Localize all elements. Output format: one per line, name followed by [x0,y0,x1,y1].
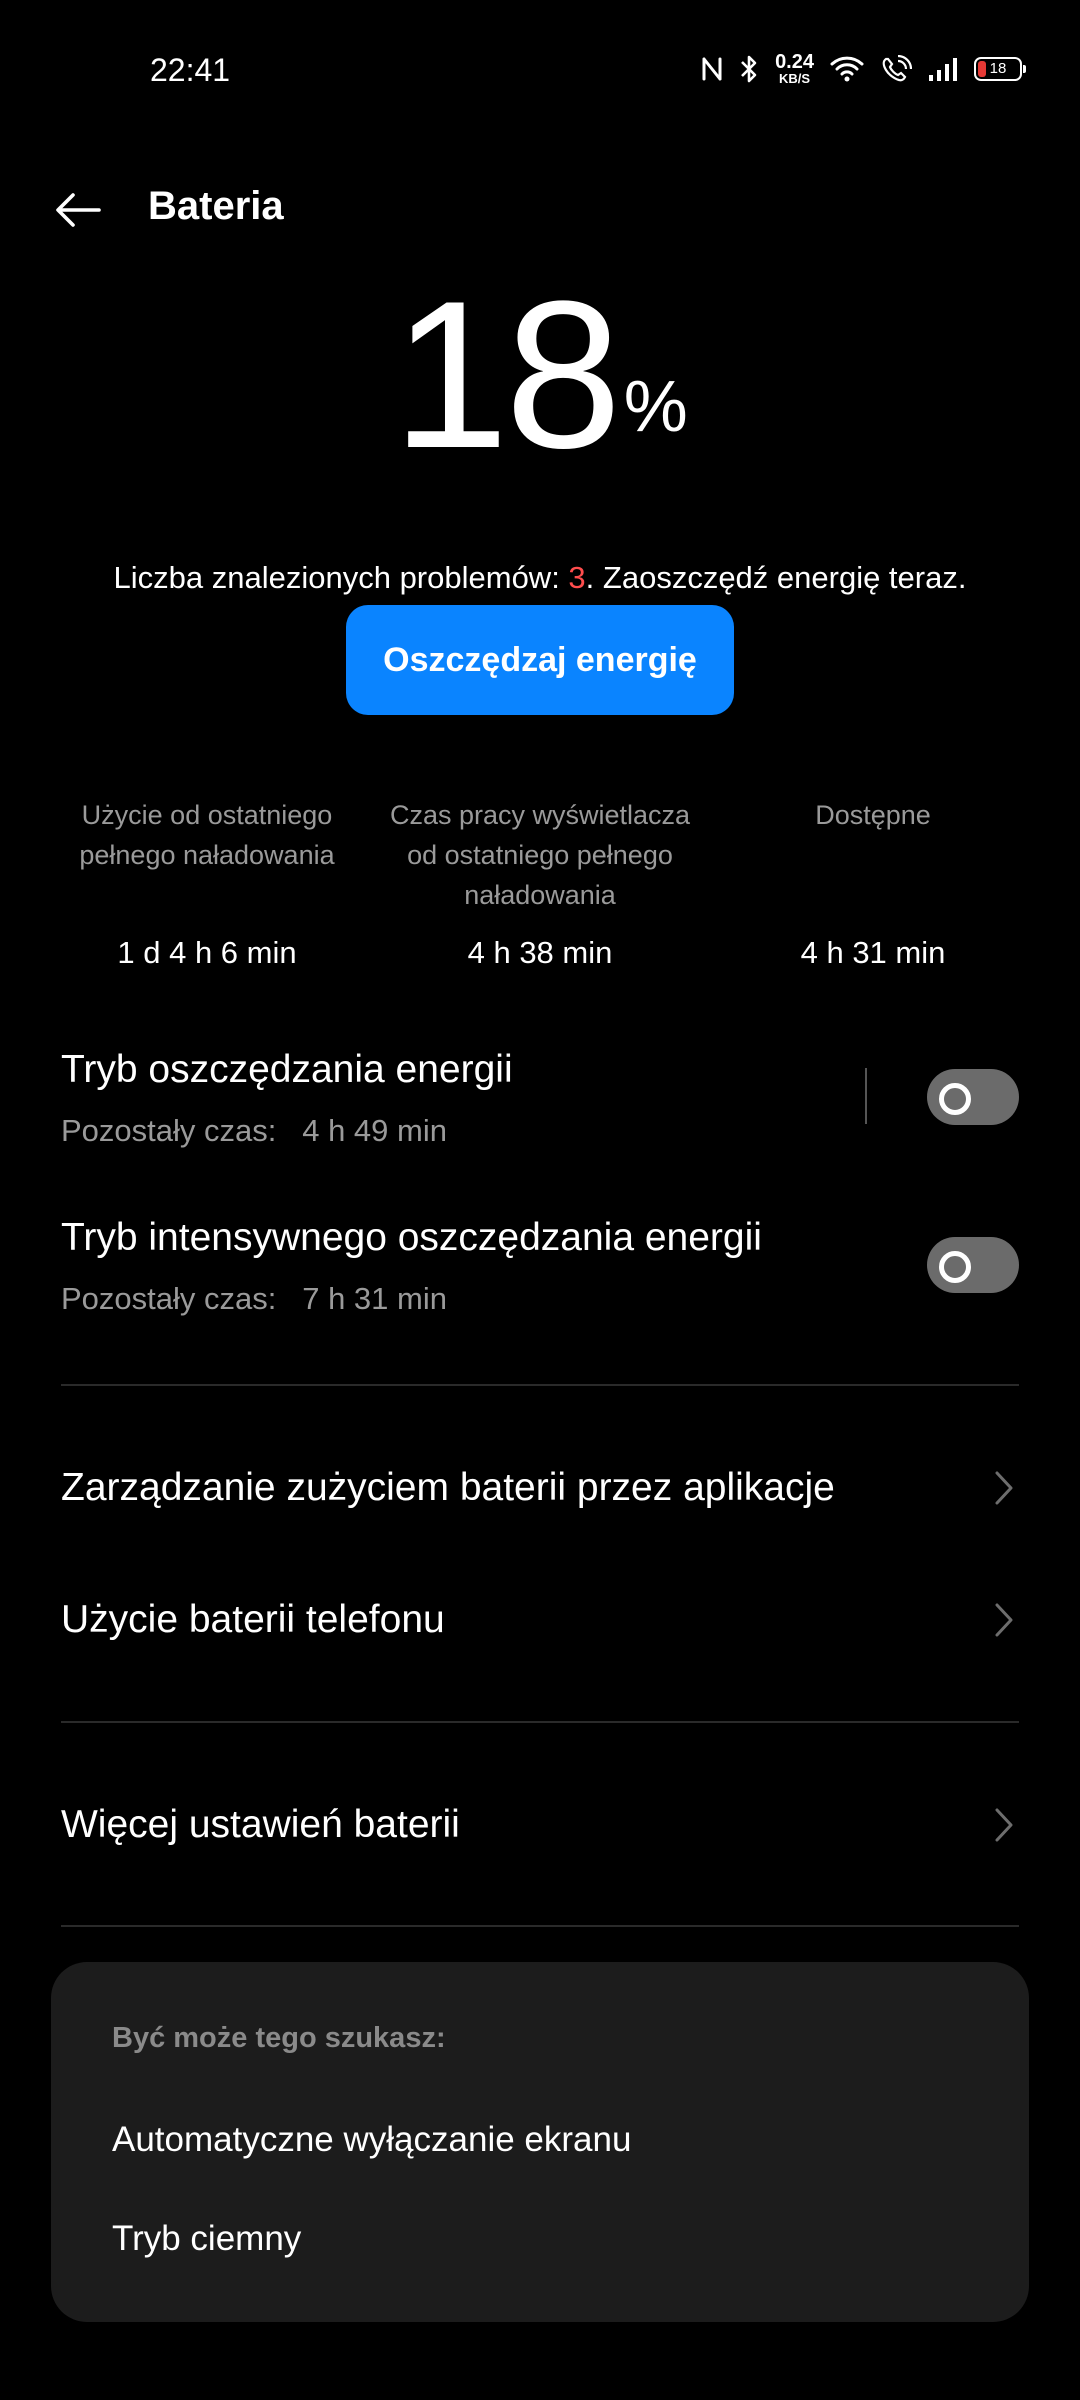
arrow-left-icon [56,193,101,227]
toggle-knob [939,1251,971,1283]
stat-usage-since-charge: Użycie od ostatniego pełnego naładowania… [42,795,372,971]
chevron-right-icon [989,1468,1019,1508]
suggestions-title: Być może tego szukasz: [112,2022,446,2054]
chevron-right-icon [989,1600,1019,1640]
back-button[interactable] [48,180,108,240]
status-time: 22:41 [150,52,231,88]
wifi-calling-icon [880,54,912,83]
super-power-saving-toggle[interactable] [927,1237,1019,1293]
stat-label: Czas pracy wyświetlacza od ostatniego pe… [389,800,691,910]
wifi-icon [830,56,864,82]
divider-vertical [865,1068,867,1124]
menu-item-more-battery-settings[interactable]: Więcej ustawień baterii [61,1795,1019,1855]
divider [61,1721,1019,1723]
battery-percentage: 18 % [0,270,1080,480]
battery-level-value: 18 [392,257,622,492]
problems-count: 3 [568,560,586,595]
net-speed: 0.24 KB/S [775,51,814,86]
stat-label: Użycie od ostatniego pełnego naładowania [79,800,335,870]
suggestion-item[interactable]: Automatyczne wyłączanie ekranu [112,2120,631,2160]
divider [61,1925,1019,1927]
menu-item-label: Więcej ustawień baterii [61,1803,460,1846]
nfc-icon [701,56,723,82]
suggestion-item[interactable]: Tryb ciemny [112,2219,301,2259]
divider [61,1384,1019,1386]
stat-value: 4 h 38 min [467,935,613,970]
stat-label: Dostępne [815,800,931,830]
menu-item-label: Zarządzanie zużyciem baterii przez aplik… [61,1466,835,1509]
status-icons: 0.24 KB/S 18 [701,51,1026,86]
menu-item-app-battery-management[interactable]: Zarządzanie zużyciem baterii przez aplik… [61,1458,1019,1518]
percent-sign: % [623,367,688,447]
chevron-right-icon [989,1805,1019,1845]
stat-screen-time: Czas pracy wyświetlacza od ostatniego pe… [375,795,705,971]
stat-available: Dostępne 4 h 31 min [708,795,1038,971]
problems-message: Liczba znalezionych problemów: 3. Zaoszc… [113,560,967,595]
toggle-knob [939,1083,971,1115]
stat-value: 4 h 31 min [800,935,946,970]
super-power-saving-mode-title: Tryb intensywnego oszczędzania energii [61,1216,762,1259]
menu-item-label: Użycie baterii telefonu [61,1598,445,1641]
battery-icon: 18 [974,56,1026,81]
page-title: Bateria [148,184,284,228]
menu-item-phone-battery-usage[interactable]: Użycie baterii telefonu [61,1590,1019,1650]
stat-value: 1 d 4 h 6 min [117,935,297,970]
power-saving-mode-title: Tryb oszczędzania energii [61,1048,513,1091]
bluetooth-icon [739,54,759,84]
super-power-saving-remaining: Pozostały czas: 7 h 31 min [61,1281,447,1316]
signal-icon [928,56,958,82]
power-saving-remaining: Pozostały czas: 4 h 49 min [61,1113,447,1148]
power-saving-toggle[interactable] [927,1069,1019,1125]
save-energy-button[interactable]: Oszczędzaj energię [346,605,734,715]
